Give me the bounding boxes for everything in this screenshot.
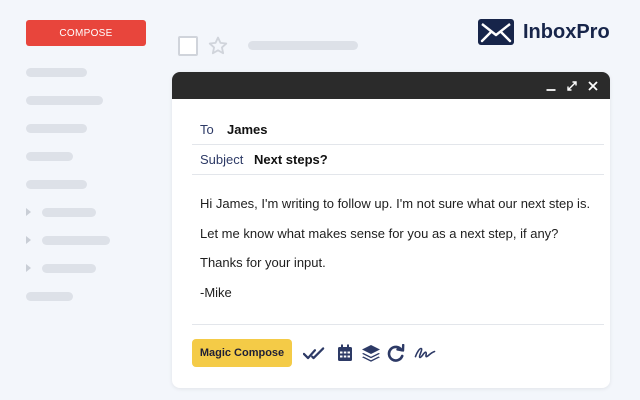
compose-titlebar (172, 72, 610, 99)
to-label: To (200, 122, 214, 137)
subject-value[interactable]: Next steps? (254, 152, 328, 167)
close-icon[interactable] (588, 80, 598, 91)
to-field[interactable]: To James (200, 122, 267, 137)
magic-compose-button[interactable]: Magic Compose (192, 339, 292, 367)
email-app: COMPOSE InboxPro To James Subject Next s… (0, 0, 640, 400)
sidebar-item[interactable] (26, 68, 87, 77)
message-body[interactable]: Hi James, I'm writing to follow up. I'm … (200, 196, 590, 314)
divider (192, 324, 604, 325)
minimize-icon[interactable] (546, 81, 556, 91)
list-toolbar-placeholder (248, 41, 358, 50)
redo-icon[interactable] (385, 342, 407, 364)
calendar-icon[interactable] (334, 342, 356, 364)
body-line: Let me know what makes sense for you as … (200, 225, 559, 241)
brand-logo: InboxPro (478, 19, 610, 45)
brand-name: InboxPro (523, 20, 610, 43)
signature-icon[interactable] (414, 342, 436, 364)
divider (192, 144, 604, 145)
subject-label: Subject (200, 152, 244, 167)
double-check-icon[interactable] (303, 342, 325, 364)
body-line: Hi James, I'm writing to follow up. I'm … (200, 196, 591, 211)
sidebar-item[interactable] (42, 208, 96, 217)
layers-icon[interactable] (360, 342, 382, 364)
subject-field[interactable]: Subject Next steps? (200, 152, 328, 167)
expand-caret-icon[interactable] (26, 236, 31, 244)
star-icon[interactable] (207, 35, 229, 57)
sidebar-item[interactable] (26, 124, 87, 133)
body-line: -Mike (200, 284, 232, 300)
divider (192, 174, 604, 175)
sidebar-item[interactable] (26, 96, 103, 105)
expand-caret-icon[interactable] (26, 264, 31, 272)
envelope-icon (478, 19, 514, 45)
expand-caret-icon[interactable] (26, 208, 31, 216)
expand-icon[interactable] (567, 80, 577, 91)
compose-window: To James Subject Next steps? Hi James, I… (172, 72, 610, 388)
sidebar-item[interactable] (42, 264, 96, 273)
sidebar-item[interactable] (26, 180, 87, 189)
sidebar-item[interactable] (42, 236, 110, 245)
to-value[interactable]: James (227, 122, 267, 137)
body-line: Thanks for your input. (200, 255, 326, 270)
compose-button[interactable]: COMPOSE (26, 20, 146, 46)
sidebar-item[interactable] (26, 292, 73, 301)
sidebar-item[interactable] (26, 152, 73, 161)
select-all-checkbox[interactable] (178, 36, 198, 56)
